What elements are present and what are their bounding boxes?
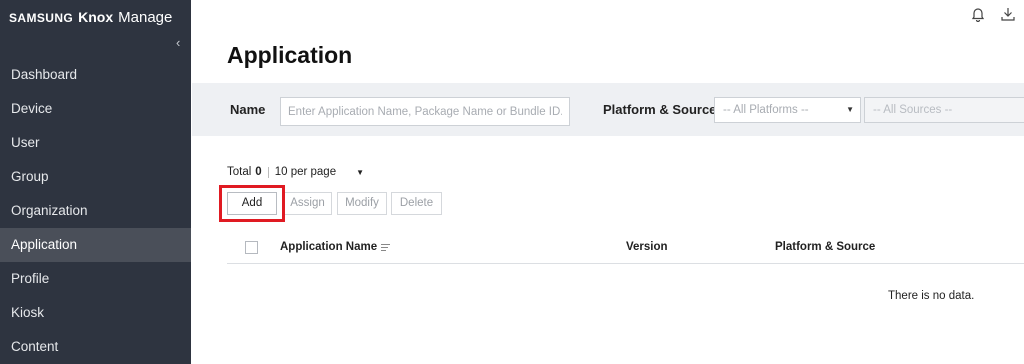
select-all-checkbox[interactable] (245, 241, 258, 254)
brand-manage: Manage (118, 9, 173, 26)
brand-samsung: SAMSUNG (9, 11, 74, 25)
brand-knox: Knox (78, 9, 114, 25)
column-version: Version (626, 241, 668, 253)
sources-select-value: -- All Sources -- (873, 104, 953, 116)
column-application-name-label: Application Name (280, 241, 378, 253)
modify-button[interactable]: Modify (337, 192, 387, 215)
sort-icon (381, 244, 391, 251)
platform-source-label: Platform & Source (603, 102, 717, 117)
bell-icon[interactable] (970, 6, 988, 24)
sidebar-item-organization[interactable]: Organization (0, 194, 191, 228)
collapse-sidebar-icon[interactable]: ‹ (176, 36, 188, 50)
platforms-select[interactable]: -- All Platforms -- ▼ (714, 97, 861, 123)
total-label: Total (227, 166, 252, 178)
caret-down-icon: ▼ (356, 167, 365, 177)
page-title: Application (227, 42, 353, 68)
name-search-input[interactable] (280, 97, 570, 126)
sidebar-item-profile[interactable]: Profile (0, 262, 191, 296)
sidebar-item-kiosk[interactable]: Kiosk (0, 296, 191, 330)
sidebar: SAMSUNG Knox Manage ‹ Dashboard Device U… (0, 0, 191, 364)
column-platform-source: Platform & Source (775, 241, 876, 253)
sidebar-item-content[interactable]: Content (0, 330, 191, 364)
empty-table-message: There is no data. (888, 290, 975, 302)
total-count: 0 (255, 166, 262, 178)
sources-select[interactable]: -- All Sources -- (864, 97, 1024, 123)
total-summary: Total 0 10 per page ▼ (227, 166, 364, 178)
sidebar-nav: Dashboard Device User Group Organization… (0, 58, 191, 364)
name-filter-label: Name (230, 102, 266, 117)
download-icon[interactable] (1000, 6, 1018, 24)
sidebar-item-device[interactable]: Device (0, 92, 191, 126)
add-button[interactable]: Add (227, 192, 277, 215)
per-page-value: 10 per page (274, 166, 337, 178)
sidebar-item-user[interactable]: User (0, 126, 191, 160)
column-application-name[interactable]: Application Name (280, 241, 391, 253)
filter-bar: Name Platform & Source -- All Platforms … (192, 83, 1024, 136)
sidebar-item-application[interactable]: Application (0, 228, 191, 262)
per-page-select[interactable]: 10 per page ▼ (275, 166, 364, 178)
chevron-down-icon: ▼ (846, 105, 854, 114)
table-header: Application Name Version Platform & Sour… (227, 232, 1024, 264)
sidebar-item-dashboard[interactable]: Dashboard (0, 58, 191, 92)
platforms-select-value: -- All Platforms -- (723, 104, 809, 116)
brand-logo: SAMSUNG Knox Manage (9, 9, 172, 27)
sidebar-item-group[interactable]: Group (0, 160, 191, 194)
divider (267, 166, 269, 178)
assign-button[interactable]: Assign (283, 192, 332, 215)
delete-button[interactable]: Delete (391, 192, 442, 215)
